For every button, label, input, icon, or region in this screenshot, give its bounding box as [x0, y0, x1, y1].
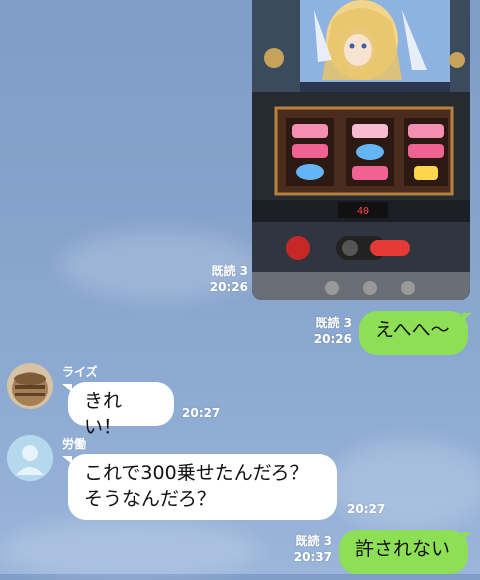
message-text: きれい！	[84, 390, 123, 438]
message-text-line: これで300乗せたんだろ？	[84, 462, 309, 484]
read-receipt: 既読 3	[315, 316, 352, 330]
message-text: 許されない	[355, 538, 451, 560]
sent-photo[interactable]: 40	[252, 0, 470, 300]
avatar-image	[7, 363, 53, 409]
background-cloud	[0, 520, 260, 580]
message-meta: 既読 3 20:37	[294, 533, 332, 565]
read-receipt: 既読 3	[211, 264, 248, 278]
outgoing-message-bubble[interactable]: 許されない	[339, 530, 468, 574]
message-text: えへへ〜	[375, 319, 450, 341]
message-meta: 既読 3 20:26	[314, 315, 352, 347]
timestamp: 20:27	[347, 502, 386, 516]
outgoing-message-bubble[interactable]: えへへ〜	[359, 311, 468, 355]
pachislot-photo-image: 40	[252, 0, 470, 300]
avatar[interactable]	[7, 363, 53, 409]
reel-counter: 40	[357, 206, 369, 217]
message-text-line: そうなんだろ？	[84, 488, 216, 510]
timestamp: 20:26	[313, 332, 352, 346]
sender-name: 労働	[62, 437, 87, 451]
timestamp: 20:27	[182, 406, 221, 420]
sender-name: ライズ	[62, 365, 98, 379]
timestamp: 20:37	[293, 550, 332, 564]
default-avatar-icon	[7, 435, 53, 481]
avatar[interactable]	[7, 435, 53, 481]
timestamp: 20:26	[209, 280, 248, 294]
incoming-message-bubble[interactable]: きれい！	[68, 382, 174, 438]
read-receipt: 既読 3	[295, 534, 332, 548]
incoming-message-bubble[interactable]: これで300乗せたんだろ？ そうなんだろ？	[68, 454, 337, 520]
bubble-tail	[462, 313, 472, 321]
message-meta: 既読 3 20:26	[210, 263, 248, 295]
bubble-tail	[462, 532, 472, 540]
